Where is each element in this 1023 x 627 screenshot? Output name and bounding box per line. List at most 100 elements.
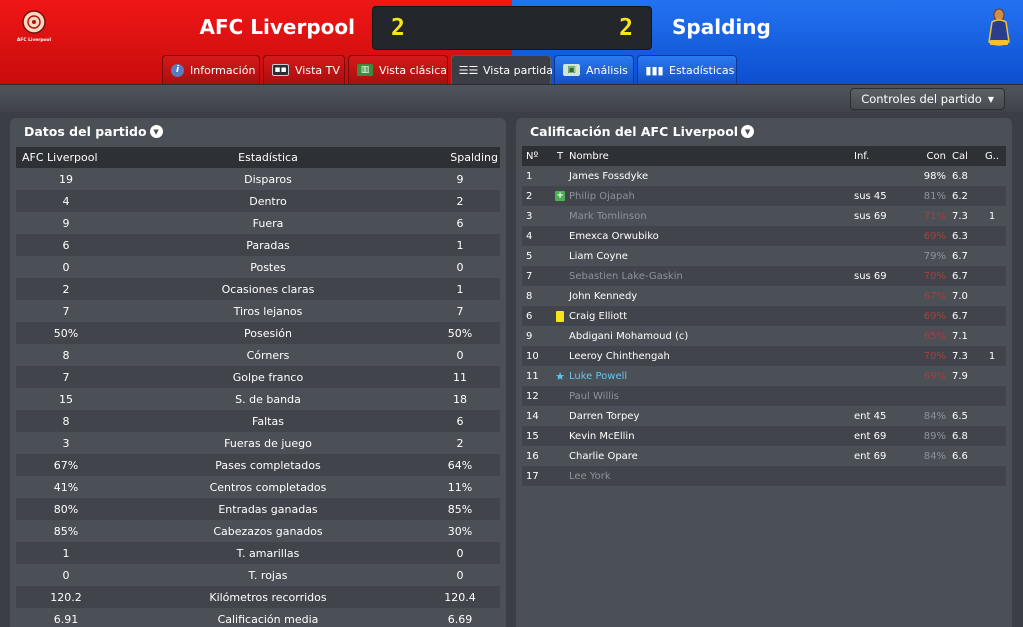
player-name[interactable]: Craig Elliott bbox=[568, 311, 854, 322]
player-name[interactable]: Philip Ojapah bbox=[568, 191, 854, 202]
dropdown-arrow-icon[interactable]: ▼ bbox=[741, 125, 755, 138]
stat-home-value: 3 bbox=[62, 436, 70, 450]
tab-label: Análisis bbox=[586, 63, 628, 77]
stat-home-value: 4 bbox=[62, 194, 70, 208]
stats-row: 8 Córners 0 bbox=[16, 344, 500, 366]
player-row[interactable]: 15 Kevin McEllin ent 69 89% 6.8 bbox=[522, 426, 1006, 446]
player-row[interactable]: 9 Abdigani Mohamoud (c) 65% 7.1 bbox=[522, 326, 1006, 346]
player-name[interactable]: Emexca Orwubiko bbox=[568, 231, 854, 242]
header-name[interactable]: Nombre bbox=[568, 151, 854, 162]
match-header: AFC Liverpool AFC Liverpool Spalding 2 2… bbox=[0, 0, 1023, 84]
stat-name: Centros completados bbox=[209, 480, 327, 494]
player-name[interactable]: Paul Willis bbox=[568, 391, 854, 402]
stat-name: Kilómetros recorridos bbox=[209, 590, 327, 604]
player-condition: 69% bbox=[923, 310, 946, 322]
player-rating: 6.7 bbox=[952, 270, 968, 282]
stat-home-value: 85% bbox=[53, 524, 79, 538]
player-row[interactable]: 6 Craig Elliott 69% 6.7 bbox=[522, 306, 1006, 326]
stat-home-value: 120.2 bbox=[50, 590, 82, 604]
player-row[interactable]: 10 Leeroy Chinthengah 70% 7.3 1 bbox=[522, 346, 1006, 366]
player-name[interactable]: Leeroy Chinthengah bbox=[568, 351, 854, 362]
player-condition: 65% bbox=[923, 330, 946, 342]
player-row[interactable]: 7 Sebastien Lake-Gaskin sus 69 70% 6.7 bbox=[522, 266, 1006, 286]
stat-away-value: 9 bbox=[456, 172, 464, 186]
player-condition: 84% bbox=[923, 450, 946, 462]
header-home-team[interactable]: AFC Liverpool bbox=[16, 151, 116, 164]
header-goals[interactable]: G.. bbox=[978, 151, 1006, 162]
stats-panel-title[interactable]: Datos del partido ▼ bbox=[24, 124, 163, 139]
tab-vista-partida[interactable]: ☰☰ Vista partida bbox=[451, 55, 553, 84]
star-icon: ★ bbox=[555, 369, 565, 383]
stats-row: 0 T. rojas 0 bbox=[16, 564, 500, 586]
stats-row: 41% Centros completados 11% bbox=[16, 476, 500, 498]
header-inf[interactable]: Inf. bbox=[854, 151, 912, 162]
player-row[interactable]: 3 Mark Tomlinson sus 69 71% 7.3 1 bbox=[522, 206, 1006, 226]
player-name[interactable]: Luke Powell bbox=[568, 371, 854, 382]
player-number: 1 bbox=[526, 170, 533, 182]
header-rating[interactable]: Cal bbox=[946, 151, 978, 162]
player-rating: 7.9 bbox=[952, 370, 968, 382]
header-t[interactable]: T bbox=[552, 151, 568, 162]
stat-home-value: 0 bbox=[62, 568, 70, 582]
player-name[interactable]: Mark Tomlinson bbox=[568, 211, 854, 222]
home-score: 2 bbox=[391, 15, 405, 41]
player-name[interactable]: Liam Coyne bbox=[568, 251, 854, 262]
match-controls-dropdown[interactable]: Controles del partido ▼ bbox=[850, 88, 1005, 110]
home-team-name[interactable]: AFC Liverpool bbox=[170, 15, 356, 39]
tab-vista-clasica[interactable]: ▥ Vista clásica bbox=[348, 55, 448, 84]
player-name[interactable]: Kevin McEllin bbox=[568, 431, 854, 442]
player-condition: 98% bbox=[923, 170, 946, 182]
player-row[interactable]: 14 Darren Torpey ent 45 84% 6.5 bbox=[522, 406, 1006, 426]
away-score: 2 bbox=[619, 15, 633, 41]
player-row[interactable]: 11 ★ Luke Powell 69% 7.9 bbox=[522, 366, 1006, 386]
match-stats-panel: Datos del partido ▼ AFC Liverpool Estadí… bbox=[10, 118, 506, 627]
player-row[interactable]: 5 Liam Coyne 79% 6.7 bbox=[522, 246, 1006, 266]
player-name[interactable]: Sebastien Lake-Gaskin bbox=[568, 271, 854, 282]
away-crest-icon[interactable] bbox=[982, 6, 1016, 50]
stats-row: 0 Postes 0 bbox=[16, 256, 500, 278]
stat-away-value: 6.69 bbox=[447, 612, 473, 626]
yellow-card-icon bbox=[556, 310, 564, 322]
header-number[interactable]: Nº bbox=[522, 151, 552, 162]
stat-home-value: 6.91 bbox=[53, 612, 79, 626]
stats-row: 6 Paradas 1 bbox=[16, 234, 500, 256]
tab-label: Vista partida bbox=[483, 64, 553, 77]
player-status bbox=[552, 310, 568, 322]
player-inf: ent 45 bbox=[854, 410, 887, 422]
player-row[interactable]: 1 James Fossdyke 98% 6.8 bbox=[522, 166, 1006, 186]
tab-analisis[interactable]: ▣ Análisis bbox=[554, 55, 634, 84]
player-name[interactable]: Abdigani Mohamoud (c) bbox=[568, 331, 854, 342]
header-away-team[interactable]: Spalding bbox=[420, 151, 500, 164]
tab-label: Estadísticas bbox=[669, 63, 735, 77]
header-stat[interactable]: Estadística bbox=[116, 151, 420, 164]
dropdown-arrow-icon[interactable]: ▼ bbox=[149, 125, 163, 138]
stat-away-value: 6 bbox=[456, 414, 464, 428]
player-row[interactable]: 17 Lee York bbox=[522, 466, 1006, 486]
ratings-panel-title[interactable]: Calificación del AFC Liverpool ▼ bbox=[530, 124, 755, 139]
stat-name: Golpe franco bbox=[232, 370, 304, 384]
header-condition[interactable]: Con bbox=[912, 151, 946, 162]
home-crest-icon[interactable]: AFC Liverpool bbox=[16, 8, 52, 46]
away-team-name[interactable]: Spalding bbox=[672, 15, 771, 39]
substitution-icon: + bbox=[555, 191, 565, 201]
player-row[interactable]: 4 Emexca Orwubiko 69% 6.3 bbox=[522, 226, 1006, 246]
tab-estadisticas[interactable]: ▮▮▮ Estadísticas bbox=[637, 55, 737, 84]
stat-name: T. rojas bbox=[248, 568, 288, 582]
tab-informacion[interactable]: i Información bbox=[162, 55, 260, 84]
player-name[interactable]: John Kennedy bbox=[568, 291, 854, 302]
tab-vista-tv[interactable]: ▪▪ Vista TV bbox=[263, 55, 345, 84]
player-name[interactable]: Darren Torpey bbox=[568, 411, 854, 422]
player-row[interactable]: 12 Paul Willis bbox=[522, 386, 1006, 406]
player-row[interactable]: 8 John Kennedy 67% 7.0 bbox=[522, 286, 1006, 306]
ratings-table-body: 1 James Fossdyke 98% 6.8 2 + Philip Ojapah sus … bbox=[522, 166, 1006, 486]
player-row[interactable]: 16 Charlie Opare ent 69 84% 6.6 bbox=[522, 446, 1006, 466]
player-name[interactable]: Lee York bbox=[568, 471, 854, 482]
player-row[interactable]: 2 + Philip Ojapah sus 45 81% 6.2 bbox=[522, 186, 1006, 206]
stat-away-value: 11 bbox=[453, 370, 467, 384]
stat-home-value: 6 bbox=[62, 238, 70, 252]
player-inf: sus 69 bbox=[854, 210, 887, 222]
stat-name: Fuera bbox=[252, 216, 284, 230]
player-name[interactable]: Charlie Opare bbox=[568, 451, 854, 462]
player-name[interactable]: James Fossdyke bbox=[568, 171, 854, 182]
stat-away-value: 1 bbox=[456, 282, 464, 296]
